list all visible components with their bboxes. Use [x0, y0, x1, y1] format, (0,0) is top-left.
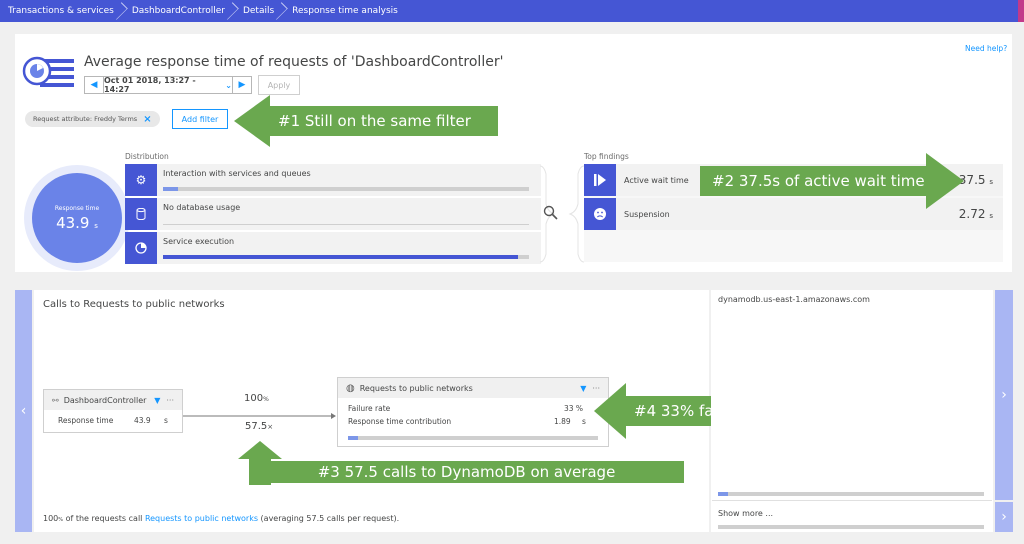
response-time-label: Response time — [54, 204, 100, 212]
calls-footer: 100% of the requests call Requests to pu… — [43, 514, 400, 523]
source-node-name: DashboardController — [63, 395, 147, 405]
call-edge — [183, 406, 337, 419]
failure-rate-label: Failure rate — [348, 404, 391, 413]
callout-3-text: #3 57.5 calls to DynamoDB on average — [317, 463, 616, 481]
next-arrow-button[interactable]: › — [995, 290, 1013, 500]
finding-label: Active wait time — [624, 175, 689, 185]
target-node-name: Requests to public networks — [359, 383, 473, 393]
filter-chip: Request attribute: Freddy Terms × — [25, 111, 160, 127]
response-time-value: 43.9 s — [56, 213, 98, 232]
service-icon: ⚯ — [52, 395, 59, 405]
callout-1-text: #1 Still on the same filter — [278, 112, 471, 130]
globe-icon: ◍ — [346, 382, 355, 394]
filter-chip-label: Request attribute: Freddy Terms — [33, 115, 138, 123]
add-filter-button[interactable]: Add filter — [172, 109, 228, 129]
show-more-link[interactable]: Show more ... — [718, 509, 773, 518]
show-more-arrow-button[interactable]: › — [995, 502, 1013, 532]
edge-calls: 57.5× — [245, 421, 274, 432]
edge-percent: 100% — [244, 393, 269, 404]
callout-3: #3 57.5 calls to DynamoDB on average — [238, 441, 684, 485]
distribution-row-label: Service execution — [163, 237, 235, 246]
breadcrumb: Transactions & services DashboardControl… — [0, 0, 1024, 22]
contribution-bar-track — [348, 436, 598, 440]
breadcrumb-end-marker — [1018, 0, 1024, 22]
breadcrumb-item-details[interactable]: Details — [235, 0, 284, 22]
chevron-right-icon: › — [1001, 509, 1007, 525]
breadcrumb-item-dashboardcontroller[interactable]: DashboardController — [124, 0, 235, 22]
database-icon — [125, 198, 157, 230]
callout-1: #1 Still on the same filter — [234, 95, 498, 147]
failure-rate-value: 33 % — [564, 404, 584, 413]
distribution-list: ⚙ Interaction with services and queues N… — [125, 164, 541, 264]
top-findings-heading: Top findings — [584, 152, 629, 161]
distribution-row-label: Interaction with services and queues — [163, 169, 311, 178]
distribution-row-execution[interactable]: Service execution — [125, 232, 541, 264]
contribution-label: Response time contribution — [348, 417, 452, 426]
source-rt-unit: s — [164, 416, 168, 425]
play-pause-icon — [584, 164, 616, 196]
distribution-bar-execution — [163, 255, 519, 259]
host-bar-track — [718, 492, 984, 496]
contribution-value: 1.89 — [554, 417, 571, 426]
pie-chart-icon — [125, 232, 157, 264]
response-time-analysis-icon — [22, 56, 76, 88]
need-help-link[interactable]: Need help? — [965, 44, 1007, 53]
timeframe-dropdown[interactable]: Oct 01 2018, 13:27 - 14:27 ⌄ — [103, 76, 233, 94]
contribution-unit: s — [582, 417, 586, 426]
callout-2-text: #2 37.5s of active wait time — [712, 172, 925, 190]
requests-link[interactable]: Requests to public networks — [145, 514, 258, 523]
distribution-row-services[interactable]: ⚙ Interaction with services and queues — [125, 164, 541, 196]
filter-icon[interactable]: ▼ — [580, 384, 586, 393]
contribution-bar — [348, 436, 358, 440]
show-more-bar-track — [718, 525, 984, 529]
divider — [712, 500, 992, 501]
more-icon[interactable]: ··· — [166, 396, 174, 405]
source-node[interactable]: ⚯ DashboardController ▼ ··· Response tim… — [43, 389, 183, 433]
callout-2: #2 37.5s of active wait time — [700, 153, 966, 209]
source-rt-label: Response time — [58, 416, 114, 425]
distribution-heading: Distribution — [125, 152, 169, 161]
finding-label: Suspension — [624, 209, 670, 219]
calls-title: Calls to Requests to public networks — [43, 299, 225, 310]
apply-button[interactable]: Apply — [258, 75, 300, 95]
chevron-left-icon: ‹ — [20, 403, 27, 419]
distribution-bar-services — [163, 187, 178, 191]
gear-icon: ⚙ — [125, 164, 157, 196]
chevron-right-icon: › — [1001, 387, 1007, 403]
timeframe-next-button[interactable]: ▶ — [233, 77, 251, 93]
target-node[interactable]: ◍ Requests to public networks ▼ ··· Fail… — [337, 377, 609, 447]
breadcrumb-item-response-time-analysis[interactable]: Response time analysis — [284, 0, 408, 22]
timeframe-label: Oct 01 2018, 13:27 - 14:27 — [104, 76, 196, 94]
magnifier-icon — [543, 205, 559, 221]
close-icon[interactable]: × — [143, 114, 151, 125]
breadcrumb-item-transactions[interactable]: Transactions & services — [0, 0, 124, 22]
previous-arrow-button[interactable]: ‹ — [15, 290, 32, 532]
chevron-down-icon: ⌄ — [225, 80, 232, 90]
timeframe-selector: ◀ Oct 01 2018, 13:27 - 14:27 ⌄ ▶ — [84, 76, 252, 94]
sad-face-icon — [584, 198, 616, 230]
finding-value: 2.72 s — [958, 207, 993, 221]
distribution-row-label: No database usage — [163, 203, 241, 212]
host-name[interactable]: dynamodb.us-east-1.amazonaws.com — [718, 295, 870, 304]
response-time-circle[interactable]: Response time 43.9 s — [32, 173, 122, 263]
page-title: Average response time of requests of 'Da… — [84, 54, 504, 70]
distribution-row-database[interactable]: No database usage — [125, 198, 541, 230]
filter-icon[interactable]: ▼ — [154, 396, 160, 405]
timeframe-prev-button[interactable]: ◀ — [85, 77, 103, 93]
source-rt-value: 43.9 — [134, 416, 151, 425]
host-bar — [718, 492, 728, 496]
